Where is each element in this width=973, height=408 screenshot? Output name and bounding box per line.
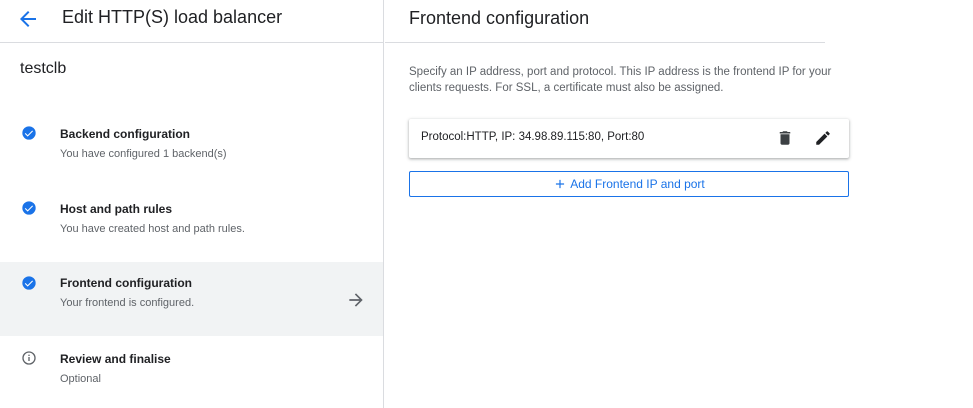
step-subtitle: Optional xyxy=(60,373,101,385)
check-circle-icon xyxy=(22,126,36,140)
frontend-entry-text: Protocol:HTTP, IP: 34.98.89.115:80, Port… xyxy=(421,131,645,143)
step-title: Review and finalise xyxy=(60,352,171,366)
step-host-and-path-rules[interactable]: Host and path rules You have created hos… xyxy=(0,188,383,262)
add-frontend-ip-button[interactable]: Add Frontend IP and port xyxy=(409,171,849,197)
section-title: Frontend configuration xyxy=(409,8,590,28)
edit-button[interactable] xyxy=(814,129,832,147)
arrow-forward-icon xyxy=(349,293,363,307)
plus-icon xyxy=(556,179,565,189)
delete-button[interactable] xyxy=(776,129,794,147)
step-frontend-configuration[interactable]: Frontend configuration Your frontend is … xyxy=(0,262,383,336)
trash-icon xyxy=(779,131,791,145)
section-description: Specify an IP address, port and protocol… xyxy=(409,66,832,94)
frontend-entry-card[interactable]: Protocol:HTTP, IP: 34.98.89.115:80, Port… xyxy=(409,119,849,158)
pencil-icon xyxy=(816,131,830,145)
step-title: Host and path rules xyxy=(60,202,173,216)
step-backend-configuration[interactable]: Backend configuration You have configure… xyxy=(0,113,383,187)
back-button[interactable] xyxy=(16,7,40,31)
app-root: Edit HTTP(S) load balancer testclb Backe… xyxy=(0,0,973,408)
wizard-sidebar: Edit HTTP(S) load balancer testclb Backe… xyxy=(0,0,384,408)
info-icon xyxy=(22,351,36,365)
step-title: Backend configuration xyxy=(60,127,191,141)
step-subtitle: Your frontend is configured. xyxy=(60,297,195,309)
divider xyxy=(385,42,825,43)
step-subtitle: You have created host and path rules. xyxy=(60,223,245,235)
page-title: Edit HTTP(S) load balancer xyxy=(62,7,283,27)
sidebar-header: Edit HTTP(S) load balancer xyxy=(0,0,384,43)
step-review-and-finalise[interactable]: Review and finalise Optional xyxy=(0,338,383,408)
check-circle-icon xyxy=(22,201,36,215)
add-frontend-ip-label: Add Frontend IP and port xyxy=(570,177,705,191)
load-balancer-name: testclb xyxy=(20,60,67,77)
step-subtitle: You have configured 1 backend(s) xyxy=(60,148,227,160)
step-title: Frontend configuration xyxy=(60,276,192,290)
check-circle-icon xyxy=(22,276,36,290)
arrow-back-icon xyxy=(20,11,36,27)
